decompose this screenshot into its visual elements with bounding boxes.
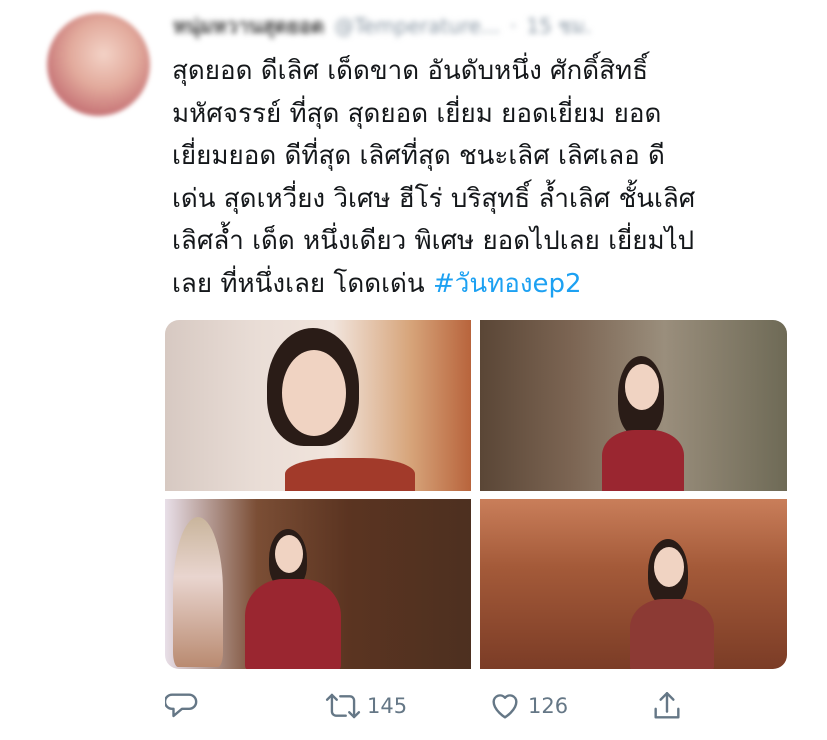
tweet-header: หนุ่มหวานสุดยอด @Temperature... · 15 ชม. [173,6,813,46]
display-name[interactable]: หนุ่มหวานสุดยอด [173,10,324,42]
reply-icon [165,689,199,723]
tweet-actions: 145 126 [165,684,705,728]
share-button[interactable] [650,684,690,728]
photo-4[interactable] [480,499,787,669]
tweet-line: เด่น สุดเหวี่ยง วิเศษ ฮีโร่ บริสุทธิ์ ล้… [172,183,696,214]
retweet-count: 145 [367,694,408,718]
avatar[interactable] [47,13,150,116]
tweet-line: เยี่ยมยอด ดีที่สุด เลิศที่สุด ชนะเลิศ เล… [172,141,665,171]
retweet-button[interactable]: 145 [325,684,407,728]
tweet-text: สุดยอด ดีเลิศ เด็ดขาด อันดับหนึ่ง ศักดิ์… [172,50,822,305]
tweet-line: สุดยอด ดีเลิศ เด็ดขาด อันดับหนึ่ง ศักดิ์… [172,56,649,86]
tweet-line-text: เลย ที่หนึ่งเลย โดดเด่น [172,268,433,299]
tweet-line-last: เลย ที่หนึ่งเลย โดดเด่น #วันทองep2 [172,263,822,306]
media-grid [165,320,787,669]
like-button[interactable]: 126 [488,684,568,728]
reply-button[interactable] [165,684,205,728]
timestamp[interactable]: 15 ชม. [526,10,591,42]
separator: · [510,14,517,38]
photo-1[interactable] [165,320,471,491]
tweet-line: มหัศจรรย์ ที่สุด สุดยอด เยี่ยม ยอดเยี่ยม… [172,98,662,129]
like-count: 126 [528,694,569,718]
hashtag-link[interactable]: #วันทองep2 [433,269,582,299]
user-handle[interactable]: @Temperature... [334,14,500,38]
photo-3[interactable] [165,499,471,669]
share-icon [650,689,684,723]
tweet-line: เลิศล้ำ เด็ด หนึ่งเดียว พิเศษ ยอดไปเลย เ… [172,226,695,256]
heart-icon [488,689,522,723]
photo-2[interactable] [480,320,787,491]
retweet-icon [325,689,361,723]
